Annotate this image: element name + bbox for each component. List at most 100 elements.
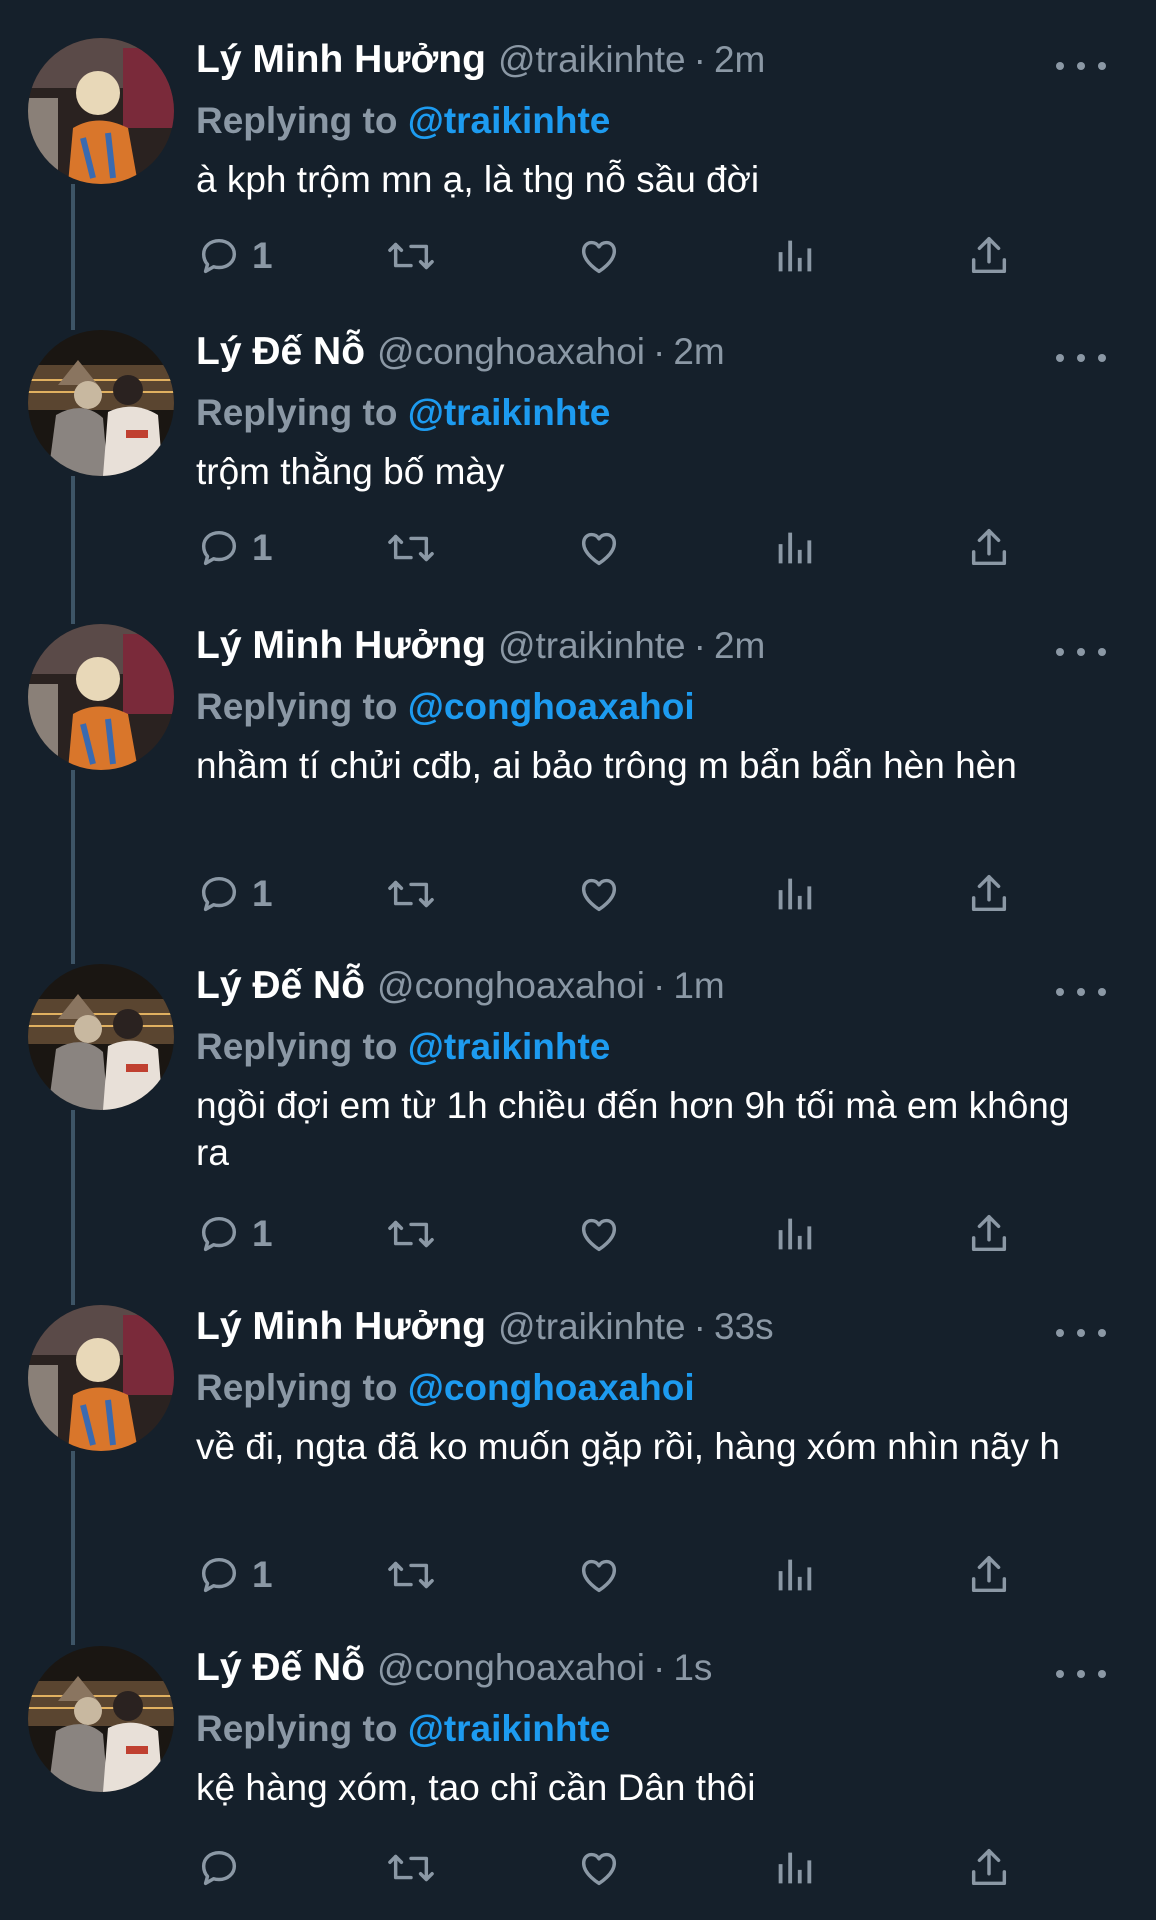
more-icon[interactable] — [1056, 972, 1106, 1012]
share-button[interactable] — [966, 1204, 1012, 1264]
mention-link[interactable]: @traikinhte — [408, 392, 611, 433]
tweet-4[interactable]: Lý Đế Nỗ @conghoaxahoi · 1m Replying to … — [0, 924, 1156, 1264]
like-button[interactable] — [576, 1545, 622, 1605]
views-button[interactable] — [774, 1838, 814, 1898]
like-button[interactable] — [576, 518, 622, 578]
action-bar: 1 — [196, 1545, 1056, 1605]
avatar[interactable] — [28, 330, 174, 476]
timestamp[interactable]: 1m — [673, 965, 724, 1007]
retweet-button[interactable] — [386, 1545, 436, 1605]
tweet-5[interactable]: Lý Minh Hưởng @traikinhte · 33s Replying… — [0, 1264, 1156, 1645]
avatar[interactable] — [28, 624, 174, 770]
handle[interactable]: @traikinhte — [498, 625, 686, 667]
action-bar — [196, 1838, 1056, 1898]
views-icon — [778, 1559, 812, 1591]
tweet-text: về đi, ngta đã ko muốn gặp rồi, hàng xóm… — [196, 1426, 1060, 1467]
display-name[interactable]: Lý Đế Nỗ — [196, 964, 365, 1008]
more-icon[interactable] — [1056, 338, 1106, 378]
avatar[interactable] — [28, 964, 174, 1110]
views-icon — [778, 1218, 812, 1250]
like-button[interactable] — [576, 1838, 622, 1898]
mention-link[interactable]: @traikinhte — [408, 1026, 611, 1067]
share-icon — [971, 1556, 1007, 1593]
reply-icon — [201, 1557, 237, 1593]
like-button[interactable] — [576, 226, 622, 286]
handle[interactable]: @traikinhte — [498, 1306, 686, 1348]
avatar[interactable] — [28, 1305, 174, 1451]
reply-button[interactable] — [196, 1838, 252, 1898]
timestamp[interactable]: 2m — [714, 39, 765, 81]
timestamp[interactable]: 2m — [673, 331, 724, 373]
mention-link[interactable]: @traikinhte — [408, 1708, 611, 1749]
tweet-text: à kph trộm mn ạ, là thg nỗ sầu đời — [196, 159, 760, 200]
views-button[interactable] — [774, 226, 814, 286]
more-icon[interactable] — [1056, 1654, 1106, 1694]
tweet-1[interactable]: Lý Minh Hưởng @traikinhte · 2m Replying … — [0, 38, 1156, 288]
retweet-button[interactable] — [386, 864, 436, 924]
mention-link[interactable]: @conghoaxahoi — [408, 686, 695, 727]
timestamp[interactable]: 33s — [714, 1306, 774, 1348]
views-button[interactable] — [774, 518, 814, 578]
reply-button[interactable]: 1 — [196, 1204, 273, 1264]
like-icon — [581, 1218, 617, 1252]
timestamp[interactable]: 2m — [714, 625, 765, 667]
more-icon[interactable] — [1056, 632, 1106, 672]
thread-connector — [71, 1451, 75, 1645]
reply-button[interactable]: 1 — [196, 226, 273, 286]
retweet-button[interactable] — [386, 518, 436, 578]
replying-label: Replying to — [196, 1026, 408, 1067]
like-button[interactable] — [576, 1204, 622, 1264]
retweet-icon — [388, 1220, 434, 1248]
more-icon[interactable] — [1056, 46, 1106, 86]
mention-link[interactable]: @conghoaxahoi — [408, 1367, 695, 1408]
retweet-button[interactable] — [386, 1204, 436, 1264]
avatar[interactable] — [28, 38, 174, 184]
share-button[interactable] — [966, 1545, 1012, 1605]
tweet-6[interactable]: Lý Đế Nỗ @conghoaxahoi · 1s Replying to … — [0, 1646, 1156, 1906]
separator: · — [693, 1306, 706, 1347]
like-button[interactable] — [576, 864, 622, 924]
retweet-button[interactable] — [386, 226, 436, 286]
display-name[interactable]: Lý Đế Nỗ — [196, 1646, 365, 1690]
mention-link[interactable]: @traikinhte — [408, 100, 611, 141]
tweet-2[interactable]: Lý Đế Nỗ @conghoaxahoi · 2m Replying to … — [0, 288, 1156, 580]
thread-connector — [71, 1264, 75, 1305]
avatar[interactable] — [28, 1646, 174, 1792]
tweet-text: nhầm tí chửi cđb, ai bảo trông m bẩn bẩn… — [196, 745, 1017, 786]
replying-to: Replying to @conghoaxahoi — [196, 1363, 1116, 1413]
views-button[interactable] — [774, 864, 814, 924]
timestamp[interactable]: 1s — [673, 1647, 712, 1689]
replying-label: Replying to — [196, 1367, 408, 1408]
reply-button[interactable]: 1 — [196, 864, 273, 924]
handle[interactable]: @conghoaxahoi — [377, 965, 645, 1007]
views-button[interactable] — [774, 1204, 814, 1264]
tweet-3[interactable]: Lý Minh Hưởng @traikinhte · 2m Replying … — [0, 580, 1156, 924]
views-button[interactable] — [774, 1545, 814, 1605]
tweet-text: ngồi đợi em từ 1h chiều đến hơn 9h tối m… — [196, 1085, 1070, 1173]
separator: · — [693, 39, 706, 80]
share-button[interactable] — [966, 226, 1012, 286]
reply-button[interactable]: 1 — [196, 1545, 273, 1605]
reply-count: 1 — [252, 1554, 273, 1595]
share-button[interactable] — [966, 1838, 1012, 1898]
replying-label: Replying to — [196, 1708, 408, 1749]
display-name[interactable]: Lý Đế Nỗ — [196, 330, 365, 374]
reply-count: 1 — [252, 527, 273, 568]
reply-button[interactable]: 1 — [196, 518, 273, 578]
share-button[interactable] — [966, 518, 1012, 578]
display-name[interactable]: Lý Minh Hưởng — [196, 624, 486, 668]
replying-label: Replying to — [196, 100, 408, 141]
display-name[interactable]: Lý Minh Hưởng — [196, 38, 486, 82]
display-name[interactable]: Lý Minh Hưởng — [196, 1305, 486, 1349]
views-icon — [778, 240, 812, 272]
handle[interactable]: @conghoaxahoi — [377, 331, 645, 373]
separator: · — [653, 1647, 666, 1688]
replying-to: Replying to @traikinhte — [196, 388, 1116, 438]
handle[interactable]: @traikinhte — [498, 39, 686, 81]
retweet-button[interactable] — [386, 1838, 436, 1898]
more-icon[interactable] — [1056, 1313, 1106, 1353]
thread-connector — [71, 288, 75, 330]
handle[interactable]: @conghoaxahoi — [377, 1647, 645, 1689]
share-button[interactable] — [966, 864, 1012, 924]
action-bar: 1 — [196, 226, 1056, 286]
